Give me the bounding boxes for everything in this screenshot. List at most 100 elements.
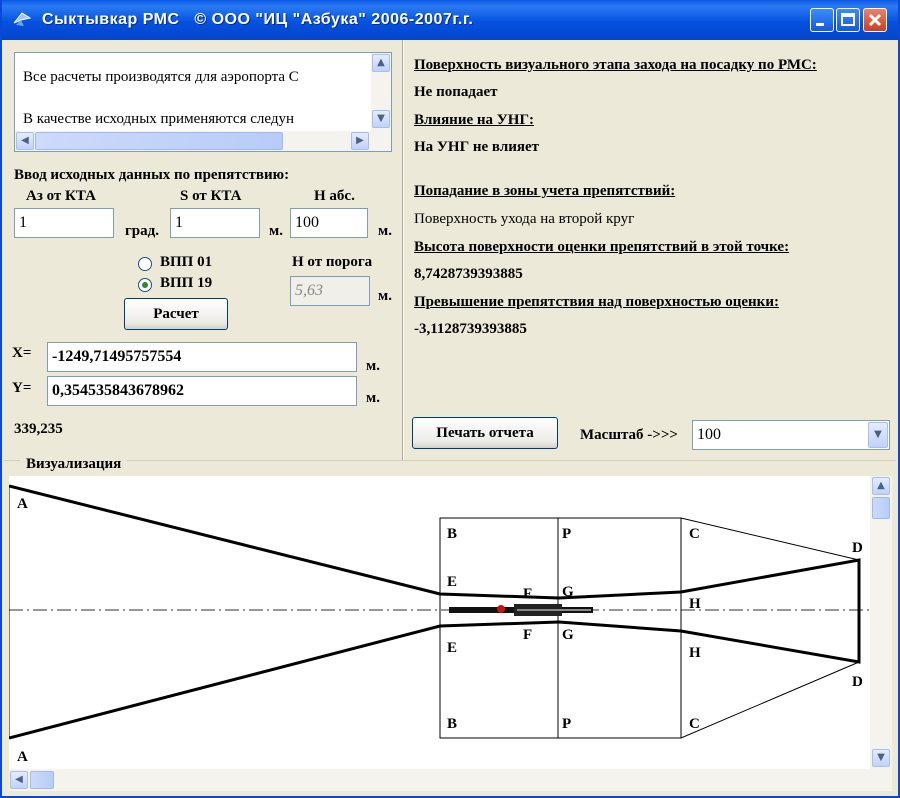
az-unit: град. xyxy=(125,223,159,239)
scroll-left-button[interactable]: ◀ xyxy=(10,771,28,789)
scale-label: Масштаб ->>> xyxy=(580,427,678,443)
zone-right-outline-bottom xyxy=(558,661,860,739)
memo-vertical-scrollbar[interactable]: ▲ ▼ xyxy=(371,53,391,131)
extra-value: 339,235 xyxy=(14,421,63,437)
panel-divider xyxy=(402,40,404,460)
result-heading-zones: Попадание в зоны учета препятствий: xyxy=(414,183,676,199)
label-e-top: E xyxy=(447,574,457,590)
chevron-up-icon: ▲ xyxy=(377,57,385,68)
x-label: X= xyxy=(12,345,32,361)
h-input[interactable]: 100 xyxy=(290,208,368,238)
y-unit: м. xyxy=(366,390,380,406)
label-p-top: P xyxy=(562,526,571,542)
visualization-title: Визуализация xyxy=(20,456,128,473)
info-memo[interactable]: Все расчеты производятся для аэропорта С… xyxy=(14,52,392,152)
memo-line: Все расчеты производятся для аэропорта С xyxy=(23,69,299,85)
approach-diagram: A A B B P P C C D D E E F F G G H H xyxy=(9,484,871,765)
scroll-thumb[interactable] xyxy=(35,132,283,150)
maximize-button[interactable] xyxy=(836,8,860,32)
y-label: Y= xyxy=(12,380,32,396)
canvas-vertical-scrollbar[interactable]: ▲ ▼ xyxy=(870,476,892,769)
app-window: Сыктывкар РМС © ООО "ИЦ "Азбука" 2006-20… xyxy=(0,0,900,798)
minimize-button[interactable] xyxy=(810,8,834,32)
scroll-right-button[interactable]: ▶ xyxy=(351,132,369,150)
label-b-top: B xyxy=(447,526,457,542)
canvas-horizontal-scrollbar[interactable]: ◀ xyxy=(9,769,892,791)
scroll-up-button[interactable]: ▲ xyxy=(372,54,390,72)
scale-value: 100 xyxy=(697,426,721,443)
window-title: Сыктывкар РМС © ООО "ИЦ "Азбука" 2006-20… xyxy=(42,11,474,28)
runway-19-radio[interactable] xyxy=(138,278,152,292)
zone-right-outline xyxy=(558,517,860,561)
chevron-right-icon: ▶ xyxy=(356,135,364,146)
approach-surface-outline xyxy=(9,484,861,740)
label-h-bottom: H xyxy=(689,645,701,661)
maximize-icon xyxy=(841,13,855,26)
scroll-up-button[interactable]: ▲ xyxy=(872,477,890,495)
h-label: Н абс. xyxy=(314,188,355,204)
label-h-top: H xyxy=(689,596,701,612)
calculate-button[interactable]: Расчет xyxy=(124,298,228,330)
label-f-top: F xyxy=(523,586,532,602)
result-value-surface-height: 8,7428739393885 xyxy=(414,266,523,282)
label-a-top: A xyxy=(17,496,28,512)
scroll-thumb[interactable] xyxy=(872,497,890,519)
result-heading-surface-height: Высота поверхности оценки препятствий в … xyxy=(414,239,790,255)
close-icon xyxy=(868,13,882,27)
label-a-bottom: A xyxy=(17,749,28,765)
x-unit: м. xyxy=(366,358,380,374)
scroll-down-button[interactable]: ▼ xyxy=(872,749,890,767)
obstacle-marker xyxy=(497,605,505,613)
y-output[interactable]: 0,354535843678962 xyxy=(47,376,357,406)
print-report-button[interactable]: Печать отчета xyxy=(412,417,558,449)
chevron-down-icon: ▼ xyxy=(877,752,885,763)
hthr-unit: м. xyxy=(378,288,392,304)
x-output[interactable]: -1249,71495757554 xyxy=(47,342,357,372)
minimize-icon xyxy=(816,23,824,26)
label-g-top: G xyxy=(562,584,574,600)
close-button[interactable] xyxy=(863,8,887,32)
chevron-left-icon: ◀ xyxy=(21,135,29,146)
label-g-bottom: G xyxy=(562,627,574,643)
scroll-thumb[interactable] xyxy=(30,771,54,789)
hthr-input: 5,63 xyxy=(290,276,370,306)
app-icon xyxy=(13,12,32,26)
az-input[interactable]: 1 xyxy=(14,208,114,238)
scale-select[interactable]: 100 ▼ xyxy=(692,420,890,450)
input-section-title: Ввод исходных данных по препятствию: xyxy=(14,167,290,183)
s-input[interactable]: 1 xyxy=(170,208,260,238)
result-value-excess: -3,1128739393885 xyxy=(414,321,527,337)
chevron-down-icon: ▼ xyxy=(377,113,385,124)
main-panel: Все расчеты производятся для аэропорта С… xyxy=(4,40,896,460)
runway-19-label[interactable]: ВПП 19 xyxy=(160,275,212,292)
label-d-bottom: D xyxy=(852,674,863,690)
result-heading-ung: Влияние на УНГ: xyxy=(414,112,534,128)
s-unit: м. xyxy=(269,223,283,239)
label-d-top: D xyxy=(852,540,863,556)
az-label: Аз от КТА xyxy=(26,188,96,204)
scroll-left-button[interactable]: ◀ xyxy=(16,132,34,150)
result-heading-excess: Превышение препятствия над поверхностью … xyxy=(414,294,779,310)
result-heading-visual-surface: Поверхность визуального этапа захода на … xyxy=(414,57,817,73)
label-f-bottom: F xyxy=(523,627,532,643)
label-c-bottom: C xyxy=(689,716,700,732)
chevron-down-icon: ▼ xyxy=(874,429,882,440)
hthr-label: Н от порога xyxy=(292,254,373,270)
chevron-up-icon: ▲ xyxy=(877,480,885,491)
result-value-zones: Поверхность ухода на второй круг xyxy=(414,211,635,227)
result-value-visual-surface: Не попадает xyxy=(414,84,498,100)
visualization-group: Визуализация A A B B P P C C D D E E F F… xyxy=(4,456,896,796)
runway-01-radio[interactable] xyxy=(138,257,152,271)
chevron-left-icon: ◀ xyxy=(15,774,23,785)
label-p-bottom: P xyxy=(562,716,571,732)
label-e-bottom: E xyxy=(447,640,457,656)
memo-line: В качестве исходных применяются следун xyxy=(23,111,294,127)
title-bar[interactable]: Сыктывкар РМС © ООО "ИЦ "Азбука" 2006-20… xyxy=(2,0,898,40)
memo-horizontal-scrollbar[interactable]: ◀ ▶ xyxy=(15,131,391,151)
dropdown-button[interactable]: ▼ xyxy=(868,422,888,448)
runway-01-label[interactable]: ВПП 01 xyxy=(160,254,212,271)
label-c-top: C xyxy=(689,526,700,542)
visualization-canvas[interactable]: A A B B P P C C D D E E F F G G H H xyxy=(9,476,871,769)
result-value-ung: На УНГ не влияет xyxy=(414,139,540,155)
scroll-down-button[interactable]: ▼ xyxy=(372,110,390,128)
